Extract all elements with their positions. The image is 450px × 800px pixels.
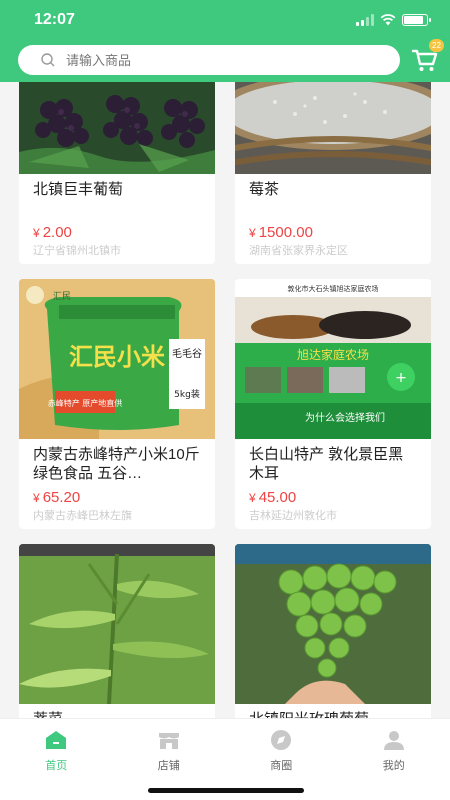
- fungus-top-text: 敦化市大石头镇旭达家庭农场: [288, 284, 379, 293]
- product-location: 辽宁省锦州北镇市: [33, 245, 121, 257]
- battery-icon: [402, 14, 431, 26]
- cart-button[interactable]: 22: [410, 39, 444, 75]
- status-time: 12:07: [34, 11, 75, 28]
- battery-level: [404, 16, 423, 24]
- product-title: 北镇巨丰葡萄: [33, 181, 124, 198]
- product-title: 荠菜: [19, 710, 215, 718]
- product-card[interactable]: 敦化市大石头镇旭达家庭农场 旭达家庭农场 + 为什么会选择我们 长白山特产 敦化…: [235, 279, 431, 529]
- nav-item-mine[interactable]: 我的: [338, 719, 450, 800]
- product-location: 湖南省张家界永定区: [249, 245, 348, 257]
- wifi-icon: [380, 14, 396, 26]
- nav-label-circle: 商圈: [270, 760, 293, 772]
- product-card[interactable]: 毛毛谷 5kg装 汇民小米 赤峰特产 原产地直供 汇民 内蒙古赤峰特产小米10斤…: [19, 279, 215, 529]
- product-image-millet: 毛毛谷 5kg装 汇民小米 赤峰特产 原产地直供 汇民: [19, 279, 215, 439]
- search-row: 22: [0, 39, 450, 78]
- product-price: ¥65.20: [33, 489, 81, 506]
- signal-icon: [356, 14, 374, 26]
- app-header: 12:07 请输入商品 22: [0, 0, 450, 82]
- product-price: ¥2.00: [33, 224, 72, 241]
- svg-text:+: +: [395, 370, 407, 386]
- product-location: 内蒙古赤峰巴林左旗: [33, 510, 132, 522]
- product-title: 莓茶: [249, 181, 280, 198]
- product-card[interactable]: 荠菜: [19, 544, 215, 718]
- product-location: 吉林延边州敦化市: [249, 510, 337, 522]
- millet-brand-text: 汇民: [53, 291, 71, 302]
- nav-label-store: 店铺: [157, 760, 180, 772]
- product-title: 北镇阳光玫瑰葡萄: [235, 710, 431, 718]
- product-grid: 北镇巨丰葡萄 ¥2.00 辽宁省锦州北镇市 莓茶 ¥1500.00 湖南省张家界…: [0, 82, 450, 718]
- search-icon: [41, 53, 55, 67]
- fungus-slogan-text: 为什么会选择我们: [305, 411, 385, 424]
- nav-label-home: 首页: [45, 760, 68, 772]
- product-image-tea: [235, 82, 431, 174]
- status-icons: [356, 14, 431, 26]
- circle-icon: [271, 730, 292, 750]
- fungus-farm-text: 旭达家庭农场: [297, 347, 369, 362]
- product-image-muscat: [235, 544, 431, 704]
- nav-item-home[interactable]: 首页: [0, 719, 113, 800]
- status-bar: 12:07: [0, 0, 450, 40]
- store-icon: [158, 733, 179, 749]
- product-image-fungus: 敦化市大石头镇旭达家庭农场 旭达家庭农场 + 为什么会选择我们: [235, 279, 431, 439]
- search-box[interactable]: [18, 45, 400, 75]
- product-title: 内蒙古赤峰特产小米10斤绿色食品 五谷…: [33, 446, 200, 482]
- product-image-greens: [19, 544, 215, 704]
- product-price: ¥45.00: [249, 489, 297, 506]
- cart-badge: 22: [429, 39, 444, 52]
- product-card[interactable]: 莓茶 ¥1500.00 湖南省张家界永定区: [235, 82, 431, 264]
- nav-label-mine: 我的: [382, 760, 405, 772]
- product-card[interactable]: 北镇巨丰葡萄 ¥2.00 辽宁省锦州北镇市: [19, 82, 215, 264]
- search-input[interactable]: [66, 52, 366, 68]
- millet-tag-text: 毛毛谷: [172, 348, 202, 360]
- product-card[interactable]: 北镇阳光玫瑰葡萄: [235, 544, 431, 718]
- millet-banner-text: 赤峰特产 原产地直供: [48, 398, 123, 408]
- millet-name-text: 汇民小米: [69, 343, 165, 371]
- product-price: ¥1500.00: [249, 224, 313, 241]
- home-icon: [46, 731, 67, 749]
- product-title: 长白山特产 敦化景臣黑木耳: [249, 446, 404, 482]
- millet-weight-text: 5kg装: [174, 388, 200, 400]
- user-icon: [383, 731, 404, 750]
- product-image-grapes: [19, 82, 215, 174]
- home-indicator: [148, 788, 304, 793]
